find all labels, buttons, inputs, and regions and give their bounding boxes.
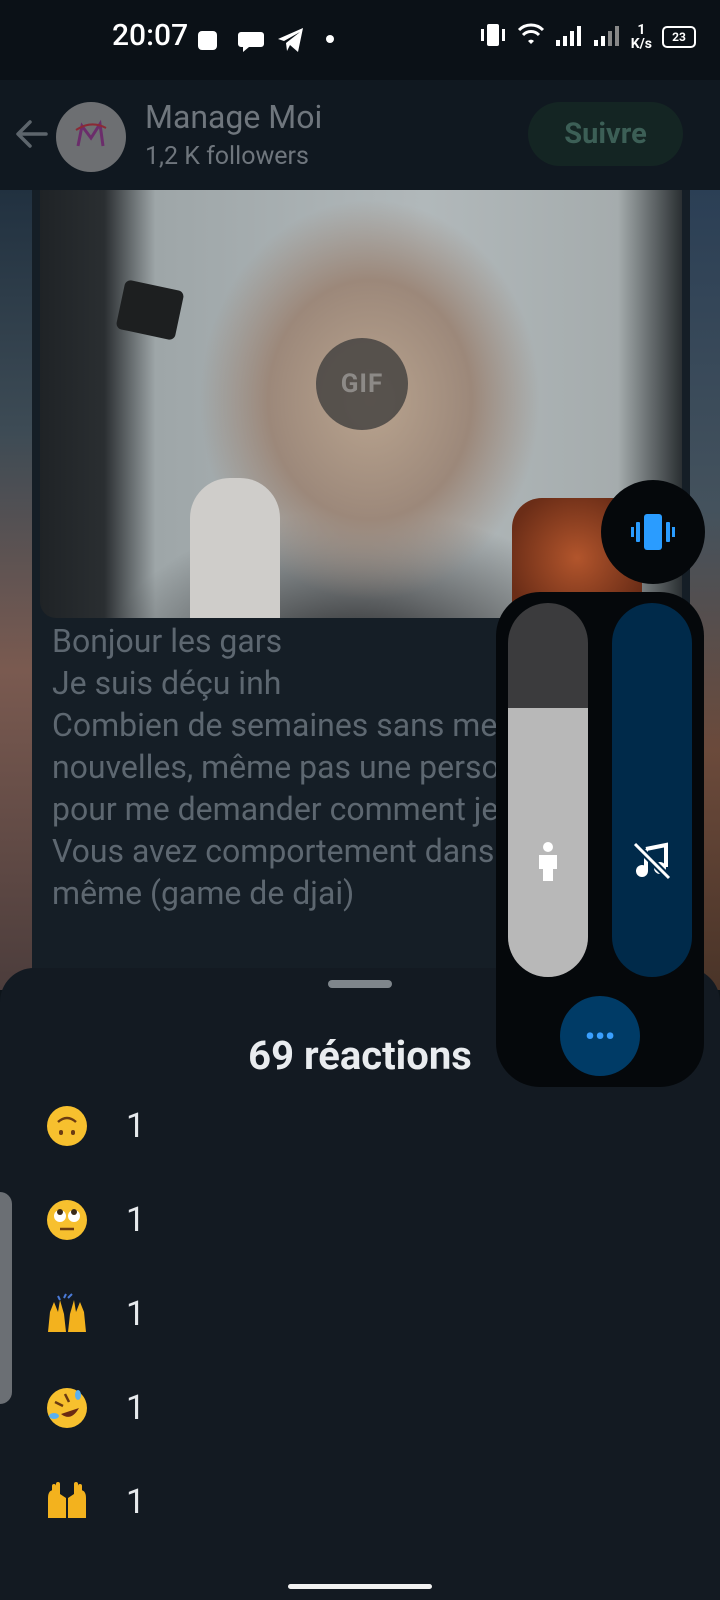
reaction-row[interactable]: 1	[44, 1096, 145, 1156]
network-speed: 1 K/s	[631, 23, 652, 51]
wifi-icon	[517, 23, 545, 51]
volume-panel: •••	[496, 592, 704, 1087]
accessibility-person-icon	[535, 841, 561, 887]
image-detail	[115, 279, 185, 341]
upside-down-face-icon	[44, 1103, 90, 1149]
channel-avatar[interactable]	[56, 102, 126, 172]
rolling-on-floor-laughing-icon	[44, 1385, 90, 1431]
more-notifications-dot	[326, 35, 334, 43]
vibrate-icon	[479, 22, 507, 52]
reaction-count: 1	[126, 1482, 146, 1522]
battery-icon: 23	[662, 26, 696, 48]
reaction-count: 1	[126, 1294, 146, 1334]
status-bar: 20:07 1 K/s 23	[0, 0, 720, 80]
channel-name[interactable]: Manage Moi	[145, 98, 322, 136]
signal-1-icon	[555, 24, 583, 50]
back-arrow-icon[interactable]	[14, 116, 50, 156]
ringer-mode-button[interactable]	[601, 480, 705, 584]
telegram-icon	[276, 26, 306, 58]
sheet-drag-handle[interactable]	[328, 980, 392, 988]
post-gif-image[interactable]: GIF	[40, 190, 682, 618]
face-with-rolling-eyes-icon	[44, 1197, 90, 1243]
status-icons: 1 K/s 23	[479, 22, 696, 52]
previous-post-edge	[0, 190, 34, 990]
vibrate-icon	[631, 514, 675, 550]
notification-square-icon	[198, 31, 217, 50]
raising-hands-icon	[44, 1291, 90, 1337]
gesture-navigation-bar[interactable]	[288, 1584, 432, 1589]
reaction-count: 1	[126, 1200, 146, 1240]
palms-up-together-icon	[44, 1479, 90, 1525]
volume-more-button[interactable]: •••	[560, 996, 640, 1076]
reaction-row[interactable]: 1	[44, 1284, 145, 1344]
reaction-row[interactable]: 1	[44, 1190, 145, 1250]
status-time: 20:07	[112, 18, 189, 53]
battery-level: 23	[672, 30, 686, 44]
reaction-count: 1	[126, 1106, 146, 1146]
follow-button[interactable]: Suivre	[528, 102, 683, 166]
chat-bubble-icon	[237, 28, 265, 58]
channel-header: Manage Moi 1,2 K followers Suivre	[0, 80, 720, 190]
ringer-volume-slider[interactable]	[612, 603, 692, 977]
followers-count: 1,2 K followers	[145, 142, 309, 171]
gif-badge[interactable]: GIF	[316, 338, 408, 430]
reaction-row[interactable]: 1	[44, 1378, 145, 1438]
image-detail	[190, 478, 280, 618]
media-volume-slider[interactable]	[508, 603, 588, 977]
network-speed-unit: K/s	[630, 36, 652, 52]
reaction-count: 1	[126, 1388, 146, 1428]
edge-panel-handle[interactable]	[0, 1192, 12, 1404]
music-off-icon	[632, 841, 672, 885]
signal-2-icon	[593, 24, 621, 50]
reaction-row[interactable]: 1	[44, 1472, 145, 1532]
